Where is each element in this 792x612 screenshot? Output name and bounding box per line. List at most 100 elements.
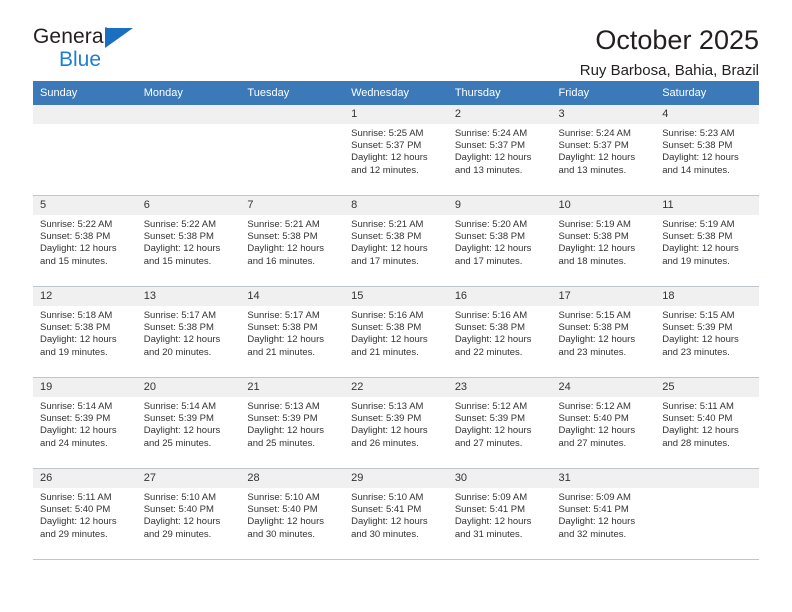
sunrise-text: Sunrise: 5:09 AM	[558, 492, 631, 503]
day-cell-inner: 26 Sunrise: 5:11 AM Sunset: 5:40 PM Dayligh…	[33, 469, 137, 559]
day-cell-inner: 15 Sunrise: 5:16 AM Sunset: 5:38 PM Dayligh…	[344, 287, 448, 377]
sunset-text: Sunset: 5:38 PM	[662, 140, 733, 152]
calendar-day-cell[interactable]: 9 Sunrise: 5:20 AM Sunset: 5:38 PM Daylight…	[447, 195, 552, 287]
daylight-text: Daylight: 12 hours and 25 minutes.	[247, 425, 324, 449]
day-details: Sunrise: 5:10 AM Sunset: 5:41 PM Daylight:…	[344, 488, 448, 541]
day-cell-inner: 27 Sunrise: 5:10 AM Sunset: 5:40 PM Dayligh…	[136, 469, 241, 559]
calendar-day-cell[interactable]: 21 Sunrise: 5:13 AM Sunset: 5:39 PM Dayligh…	[240, 377, 345, 469]
day-cell-inner: 3 Sunrise: 5:24 AM Sunset: 5:37 PM Daylight…	[551, 105, 656, 195]
sunset-text: Sunset: 5:38 PM	[351, 231, 422, 243]
calendar-day-cell[interactable]: 17 Sunrise: 5:15 AM Sunset: 5:38 PM Dayligh…	[551, 286, 656, 378]
calendar-day-cell-empty	[136, 105, 241, 196]
day-details: Sunrise: 5:11 AM Sunset: 5:40 PM Daylight:…	[33, 488, 137, 541]
calendar-day-cell[interactable]: 18 Sunrise: 5:15 AM Sunset: 5:39 PM Dayligh…	[655, 286, 759, 378]
sunrise-text: Sunrise: 5:12 AM	[558, 401, 631, 412]
calendar-day-cell[interactable]: 26 Sunrise: 5:11 AM Sunset: 5:40 PM Dayligh…	[33, 468, 137, 560]
sunrise-text: Sunrise: 5:14 AM	[143, 401, 217, 412]
calendar-day-cell[interactable]: 3 Sunrise: 5:24 AM Sunset: 5:37 PM Daylight…	[551, 105, 656, 196]
day-number: 18	[655, 287, 759, 306]
calendar-day-cell[interactable]: 2 Sunrise: 5:24 AM Sunset: 5:37 PM Daylight…	[447, 105, 552, 196]
sunrise-text: Sunrise: 5:13 AM	[351, 401, 424, 412]
sunrise-text: Sunrise: 5:09 AM	[454, 492, 528, 503]
calendar-day-cell[interactable]: 13 Sunrise: 5:17 AM Sunset: 5:38 PM Dayligh…	[136, 286, 241, 378]
day-details: Sunrise: 5:24 AM Sunset: 5:37 PM Daylight:…	[552, 124, 656, 177]
calendar-day-cell[interactable]: 5 Sunrise: 5:22 AM Sunset: 5:38 PM Daylight…	[33, 195, 137, 287]
calendar-day-cell[interactable]: 8 Sunrise: 5:21 AM Sunset: 5:38 PM Daylight…	[344, 195, 448, 287]
sunset-text: Sunset: 5:38 PM	[247, 322, 318, 334]
calendar-day-cell[interactable]: 29 Sunrise: 5:10 AM Sunset: 5:41 PM Dayligh…	[344, 468, 448, 560]
sunset-text: Sunset: 5:38 PM	[558, 322, 629, 334]
day-details: Sunrise: 5:12 AM Sunset: 5:40 PM Daylight:…	[552, 397, 656, 450]
day-details: Sunrise: 5:19 AM Sunset: 5:38 PM Daylight:…	[655, 215, 759, 268]
sunrise-text: Sunrise: 5:17 AM	[143, 310, 217, 321]
day-details: Sunrise: 5:16 AM Sunset: 5:38 PM Daylight:…	[448, 306, 552, 359]
calendar-day-cell[interactable]: 1 Sunrise: 5:25 AM Sunset: 5:37 PM Daylight…	[344, 105, 448, 196]
sunrise-text: Sunrise: 5:10 AM	[143, 492, 217, 503]
day-number: 31	[551, 469, 656, 488]
day-details: Sunrise: 5:12 AM Sunset: 5:39 PM Daylight:…	[448, 397, 552, 450]
calendar-day-cell[interactable]: 28 Sunrise: 5:10 AM Sunset: 5:40 PM Dayligh…	[240, 468, 345, 560]
calendar-day-cell[interactable]: 10 Sunrise: 5:19 AM Sunset: 5:38 PM Dayligh…	[551, 195, 656, 287]
general-blue-logo[interactable]: General Blue	[33, 26, 153, 76]
title-block: October 2025 Ruy Barbosa, Bahia, Brazil	[580, 26, 759, 80]
daylight-text: Daylight: 12 hours and 17 minutes.	[351, 243, 428, 267]
day-details: Sunrise: 5:24 AM Sunset: 5:37 PM Daylight:…	[448, 124, 552, 177]
calendar-day-cell[interactable]: 24 Sunrise: 5:12 AM Sunset: 5:40 PM Dayligh…	[551, 377, 656, 469]
day-cell-inner: 11 Sunrise: 5:19 AM Sunset: 5:38 PM Dayligh…	[655, 196, 759, 286]
day-number: 26	[33, 469, 137, 488]
daylight-text: Daylight: 12 hours and 23 minutes.	[558, 334, 636, 358]
calendar-day-cell[interactable]: 22 Sunrise: 5:13 AM Sunset: 5:39 PM Dayligh…	[344, 377, 448, 469]
daylight-text: Daylight: 12 hours and 27 minutes.	[454, 425, 532, 449]
calendar-day-cell[interactable]: 20 Sunrise: 5:14 AM Sunset: 5:39 PM Dayligh…	[136, 377, 241, 469]
sunrise-text: Sunrise: 5:10 AM	[351, 492, 424, 503]
calendar-week-row: 19 Sunrise: 5:14 AM Sunset: 5:39 PM Dayligh…	[33, 377, 759, 469]
sunrise-text: Sunrise: 5:18 AM	[40, 310, 113, 321]
day-number: 7	[240, 196, 345, 215]
day-number: 19	[33, 378, 137, 397]
weekday-header-friday: Friday	[551, 81, 656, 105]
day-details: Sunrise: 5:10 AM Sunset: 5:40 PM Daylight:…	[240, 488, 344, 541]
calendar-week-row: 26 Sunrise: 5:11 AM Sunset: 5:40 PM Dayligh…	[33, 468, 759, 560]
calendar-day-cell[interactable]: 25 Sunrise: 5:11 AM Sunset: 5:40 PM Dayligh…	[655, 377, 759, 469]
daylight-text: Daylight: 12 hours and 19 minutes.	[40, 334, 117, 358]
day-details: Sunrise: 5:15 AM Sunset: 5:39 PM Daylight:…	[655, 306, 759, 359]
calendar-day-cell[interactable]: 30 Sunrise: 5:09 AM Sunset: 5:41 PM Dayligh…	[447, 468, 552, 560]
day-cell-inner: 23 Sunrise: 5:12 AM Sunset: 5:39 PM Dayligh…	[447, 378, 552, 468]
day-cell-inner: 5 Sunrise: 5:22 AM Sunset: 5:38 PM Daylight…	[33, 196, 137, 286]
calendar-day-cell[interactable]: 12 Sunrise: 5:18 AM Sunset: 5:38 PM Dayligh…	[33, 286, 137, 378]
sunrise-text: Sunrise: 5:24 AM	[558, 128, 631, 139]
calendar-page: General Blue October 2025 Ruy Barbosa, B…	[0, 0, 792, 612]
calendar-day-cell[interactable]: 14 Sunrise: 5:17 AM Sunset: 5:38 PM Dayligh…	[240, 286, 345, 378]
day-details: Sunrise: 5:16 AM Sunset: 5:38 PM Daylight:…	[344, 306, 448, 359]
day-cell-inner: 13 Sunrise: 5:17 AM Sunset: 5:38 PM Dayligh…	[136, 287, 241, 377]
sunrise-text: Sunrise: 5:15 AM	[558, 310, 631, 321]
calendar-week-row: 1 Sunrise: 5:25 AM Sunset: 5:37 PM Daylight…	[33, 105, 759, 196]
calendar-day-cell[interactable]: 27 Sunrise: 5:10 AM Sunset: 5:40 PM Dayligh…	[136, 468, 241, 560]
day-number: 11	[655, 196, 759, 215]
sunrise-text: Sunrise: 5:16 AM	[351, 310, 424, 321]
day-number: 3	[551, 105, 656, 124]
sunset-text: Sunset: 5:38 PM	[558, 231, 629, 243]
day-details: Sunrise: 5:11 AM Sunset: 5:40 PM Daylight:…	[655, 397, 759, 450]
sunrise-text: Sunrise: 5:24 AM	[454, 128, 528, 139]
calendar-day-cell[interactable]: 19 Sunrise: 5:14 AM Sunset: 5:39 PM Dayligh…	[33, 377, 137, 469]
sunset-text: Sunset: 5:39 PM	[247, 413, 318, 425]
sunset-text: Sunset: 5:39 PM	[454, 413, 526, 425]
daylight-text: Daylight: 12 hours and 15 minutes.	[143, 243, 221, 267]
sunset-text: Sunset: 5:38 PM	[40, 322, 111, 334]
calendar-day-cell[interactable]: 23 Sunrise: 5:12 AM Sunset: 5:39 PM Dayligh…	[447, 377, 552, 469]
calendar-day-cell[interactable]: 4 Sunrise: 5:23 AM Sunset: 5:38 PM Daylight…	[655, 105, 759, 196]
day-cell-inner: 9 Sunrise: 5:20 AM Sunset: 5:38 PM Daylight…	[447, 196, 552, 286]
calendar-day-cell[interactable]: 31 Sunrise: 5:09 AM Sunset: 5:41 PM Dayligh…	[551, 468, 656, 560]
calendar-day-cell[interactable]: 15 Sunrise: 5:16 AM Sunset: 5:38 PM Dayligh…	[344, 286, 448, 378]
sunset-text: Sunset: 5:39 PM	[143, 413, 214, 425]
day-details: Sunrise: 5:09 AM Sunset: 5:41 PM Daylight:…	[552, 488, 656, 541]
day-number: 12	[33, 287, 137, 306]
calendar-day-cell[interactable]: 7 Sunrise: 5:21 AM Sunset: 5:38 PM Daylight…	[240, 195, 345, 287]
day-number: 23	[447, 378, 552, 397]
calendar-day-cell[interactable]: 6 Sunrise: 5:22 AM Sunset: 5:38 PM Daylight…	[136, 195, 241, 287]
day-cell-inner: 30 Sunrise: 5:09 AM Sunset: 5:41 PM Dayligh…	[447, 469, 552, 559]
calendar-day-cell[interactable]: 11 Sunrise: 5:19 AM Sunset: 5:38 PM Dayligh…	[655, 195, 759, 287]
day-number: 24	[551, 378, 656, 397]
calendar-day-cell[interactable]: 16 Sunrise: 5:16 AM Sunset: 5:38 PM Dayligh…	[447, 286, 552, 378]
